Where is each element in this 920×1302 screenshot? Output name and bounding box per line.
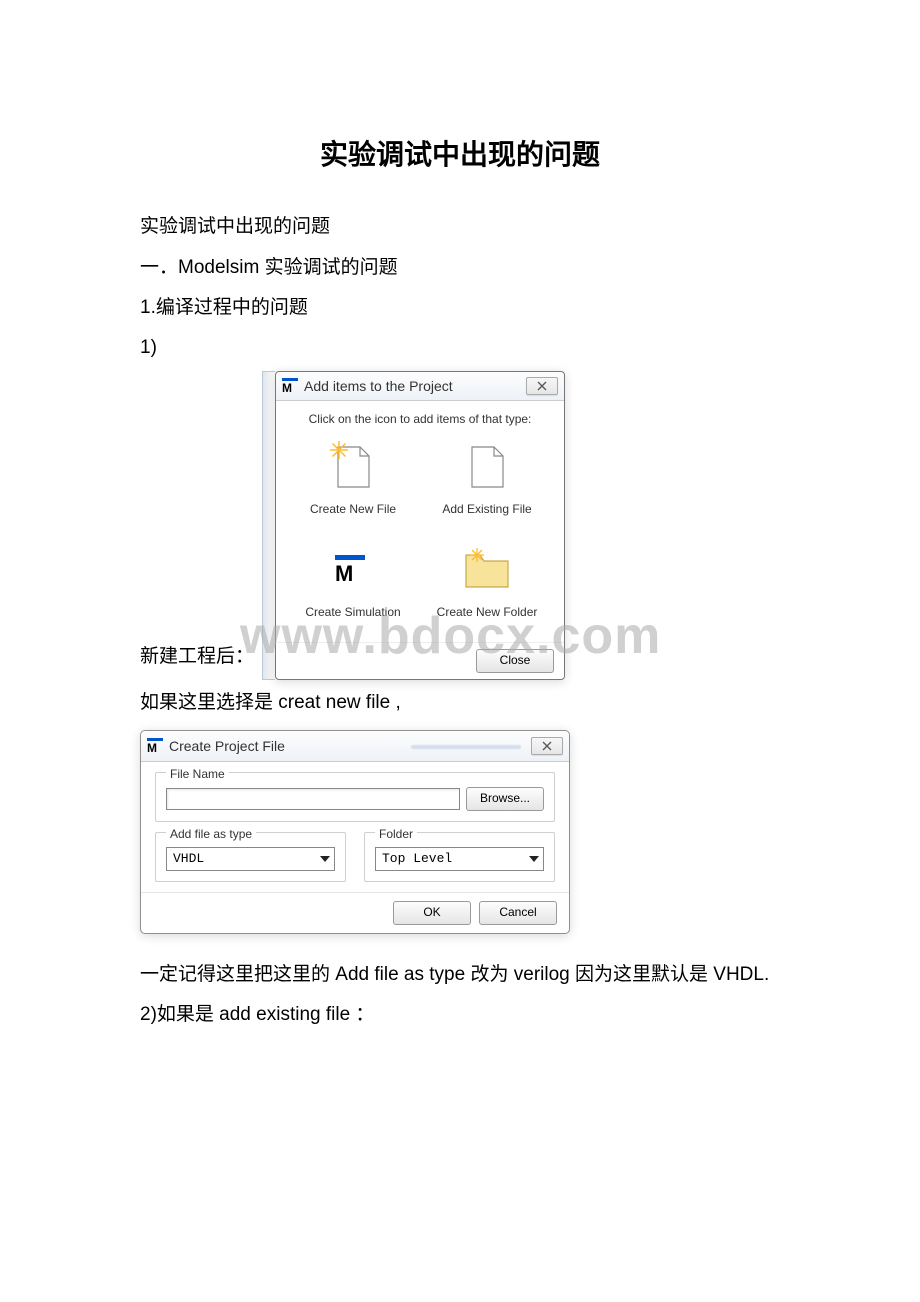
- cancel-button[interactable]: Cancel: [479, 901, 557, 925]
- line-5: 新建工程后：: [140, 640, 254, 680]
- new-file-icon: [330, 441, 376, 493]
- close-dialog-button[interactable]: Close: [476, 649, 554, 673]
- add-file-as-type-select[interactable]: VHDL: [166, 847, 335, 871]
- create-new-file-label: Create New File: [310, 499, 396, 521]
- create-new-folder-item[interactable]: Create New Folder: [420, 544, 554, 624]
- chevron-down-icon: [525, 848, 543, 870]
- create-simulation-label: Create Simulation: [305, 602, 400, 624]
- modelsim-logo-icon: M: [282, 378, 298, 394]
- dialog2-titlebar: M Create Project File: [141, 731, 569, 762]
- line-3: 1.编译过程中的问题: [140, 291, 780, 325]
- simulation-icon: M: [330, 544, 376, 596]
- folder-value: Top Level: [376, 847, 525, 870]
- line-4: 1): [140, 331, 780, 365]
- add-file-as-type-legend: Add file as type: [166, 824, 256, 846]
- folder-group: Folder Top Level: [364, 832, 555, 882]
- dialog-titlebar: M Add items to the Project: [276, 372, 564, 401]
- file-name-input[interactable]: [166, 788, 460, 810]
- create-project-file-dialog: M Create Project File File Name Browse..…: [140, 730, 570, 934]
- line-8: 2)如果是 add existing file ：: [140, 998, 780, 1032]
- close-icon: [537, 381, 547, 391]
- existing-file-icon: [464, 441, 510, 493]
- doc-title: 实验调试中出现的问题: [140, 130, 780, 180]
- close-button[interactable]: [531, 737, 563, 755]
- dialog-title: Add items to the Project: [304, 374, 526, 399]
- modelsim-logo-icon: M: [147, 738, 163, 754]
- line-1: 实验调试中出现的问题: [140, 210, 780, 244]
- close-icon: [542, 741, 552, 751]
- add-file-as-type-value: VHDL: [167, 847, 316, 870]
- create-simulation-item[interactable]: M Create Simulation: [286, 544, 420, 624]
- dialog-instruction: Click on the icon to add items of that t…: [286, 409, 554, 431]
- close-button[interactable]: [526, 377, 558, 395]
- dialog2-title: Create Project File: [169, 734, 405, 759]
- folder-legend: Folder: [375, 824, 417, 846]
- line-6: 如果这里选择是 creat new file ,: [140, 686, 780, 720]
- ok-button[interactable]: OK: [393, 901, 471, 925]
- line-7: 一定记得这里把这里的 Add file as type 改为 verilog 因…: [140, 958, 780, 992]
- file-name-group: File Name Browse...: [155, 772, 555, 822]
- add-items-dialog: M Add items to the Project Click on the …: [275, 371, 565, 680]
- dialog-left-border: [262, 371, 275, 680]
- add-existing-file-label: Add Existing File: [442, 499, 531, 521]
- file-name-legend: File Name: [166, 764, 229, 786]
- create-new-folder-label: Create New Folder: [437, 602, 538, 624]
- line-2: 一．Modelsim 实验调试的问题: [140, 251, 780, 285]
- browse-button[interactable]: Browse...: [466, 787, 544, 811]
- add-file-as-type-group: Add file as type VHDL: [155, 832, 346, 882]
- create-new-file-item[interactable]: Create New File: [286, 441, 420, 521]
- new-folder-icon: [464, 544, 510, 596]
- folder-select[interactable]: Top Level: [375, 847, 544, 871]
- chevron-down-icon: [316, 848, 334, 870]
- add-existing-file-item[interactable]: Add Existing File: [420, 441, 554, 521]
- title-blur-decoration: [411, 745, 521, 749]
